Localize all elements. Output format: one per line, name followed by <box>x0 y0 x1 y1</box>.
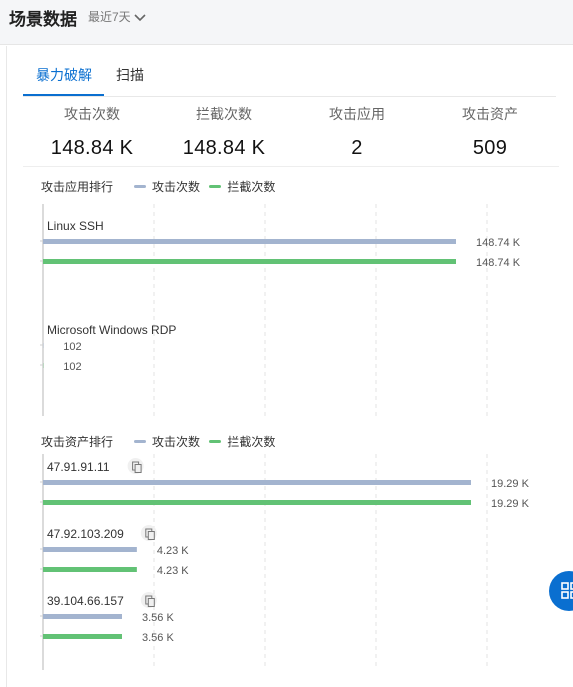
bar-value-label: 4.23 K <box>157 565 189 577</box>
bar-block <box>43 259 456 264</box>
bar-value-label: 3.56 K <box>142 632 174 644</box>
bar-value-label: 19.29 K <box>491 498 530 510</box>
category-label: 39.104.66.157 <box>47 594 124 608</box>
page-title: 场景数据 <box>9 10 77 29</box>
category-label: Microsoft Windows RDP <box>47 323 176 337</box>
time-range-value: 最近7天 <box>88 10 131 24</box>
time-range-select[interactable]: 最近7天 <box>88 8 146 25</box>
copy-icon[interactable] <box>140 525 157 541</box>
chevron-down-icon <box>134 14 146 22</box>
bar-attack <box>43 547 137 552</box>
copy-icon-sheet <box>147 598 155 607</box>
grid-menu-button[interactable] <box>549 571 573 611</box>
category-label: 47.92.103.209 <box>47 527 124 541</box>
category-label: Linux SSH <box>47 219 104 233</box>
bar-value-label: 102 <box>63 341 81 353</box>
bar-block <box>43 500 471 505</box>
copy-icon-sheet <box>147 531 155 540</box>
bar-value-label: 148.74 K <box>476 257 521 269</box>
scene-card: 暴力破解 扫描 攻击次数 148.84 K 拦截次数 148.84 K 攻击应用… <box>6 46 573 687</box>
bar-block <box>43 634 122 639</box>
bar-attack <box>43 614 122 619</box>
bar-block <box>43 567 137 572</box>
copy-icon[interactable] <box>140 592 157 608</box>
category-label: 47.91.91.11 <box>47 460 110 474</box>
bar-value-label: 102 <box>63 361 81 373</box>
copy-icon-sheet <box>134 464 142 473</box>
app-ranking-chart: Linux SSH 148.74 K 148.74 K Microsoft Windo… <box>40 204 530 670</box>
bar-value-label: 3.56 K <box>142 612 174 624</box>
grid-icon <box>561 582 573 599</box>
bar-attack <box>43 480 471 485</box>
bar-value-label: 19.29 K <box>491 478 530 490</box>
bar-value-label: 4.23 K <box>157 545 189 557</box>
bar-attack <box>43 239 456 244</box>
page-header: 场景数据 最近7天 <box>0 0 573 45</box>
bar-value-label: 148.74 K <box>476 237 521 249</box>
copy-icon[interactable] <box>127 458 144 474</box>
